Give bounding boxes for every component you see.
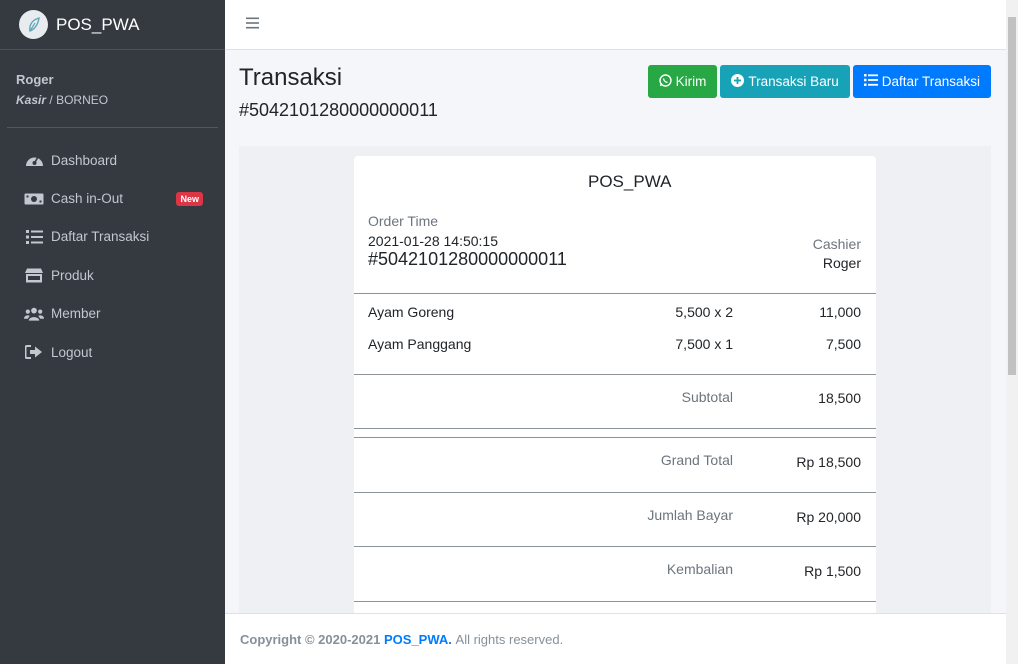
- transaction-number: #5042101280000000011: [239, 100, 438, 120]
- user-panel: Roger Kasir / BORNEO: [7, 50, 218, 128]
- sidebar-item-daftar-transaksi[interactable]: Daftar Transaksi: [8, 218, 217, 256]
- amount-paid-value: Rp 20,000: [796, 509, 861, 525]
- item-name: Ayam Panggang: [368, 336, 472, 352]
- user-role-label: Kasir: [16, 93, 47, 107]
- order-time: 2021-01-28 14:50:15: [368, 233, 498, 249]
- user-name: Roger: [16, 72, 54, 87]
- receipt-item-row: Ayam Panggang 7,500 x 1 7,500: [368, 336, 861, 356]
- list-icon: [863, 74, 878, 89]
- plus-circle-icon: [731, 73, 745, 90]
- transaction-list-button-label: Daftar Transaksi: [881, 74, 980, 89]
- cashier-name: Roger: [822, 255, 861, 271]
- sidebar-item-label: Daftar Transaksi: [51, 229, 150, 245]
- footer-copyright: Copyright © 2020-2021: [240, 631, 381, 647]
- money-icon: [24, 191, 44, 207]
- subtotal-value: 18,500: [818, 390, 861, 406]
- kirim-button-label: Kirim: [675, 74, 707, 89]
- list-icon: [24, 229, 44, 245]
- new-transaction-button[interactable]: Transaksi Baru: [720, 65, 850, 98]
- sidebar: POS_PWA Roger Kasir / BORNEO Dashboard C…: [0, 0, 225, 664]
- item-qty: 5,500 x 2: [675, 304, 733, 320]
- divider: [354, 492, 876, 493]
- sign-out-icon: [24, 344, 44, 360]
- user-store: BORNEO: [56, 93, 109, 107]
- users-icon: [24, 306, 44, 322]
- hamburger-menu-icon[interactable]: [246, 16, 259, 34]
- sidebar-item-cash-in-out[interactable]: Cash in-Out New: [8, 179, 217, 217]
- sidebar-item-label: Produk: [51, 267, 94, 283]
- receipt: POS_PWA Order Time 2021-01-28 14:50:15 #…: [354, 156, 876, 613]
- brand-logo-icon: [19, 10, 48, 39]
- user-role: Kasir / BORNEO: [16, 93, 209, 107]
- transaction-list-button[interactable]: Daftar Transaksi: [852, 65, 991, 98]
- divider: [354, 293, 876, 294]
- item-total: 7,500: [825, 336, 861, 352]
- top-navbar: [225, 0, 1006, 50]
- item-qty: 7,500 x 1: [675, 336, 733, 352]
- sidebar-nav: Dashboard Cash in-Out New Daftar Transak…: [0, 141, 225, 371]
- sidebar-item-label: Member: [51, 306, 101, 322]
- content-area: POS_PWA Order Time 2021-01-28 14:50:15 #…: [239, 146, 991, 613]
- divider: [354, 374, 876, 375]
- page-scrollbar[interactable]: [1006, 0, 1018, 664]
- change-label: Kembalian: [666, 561, 733, 577]
- footer: Copyright © 2020-2021 POS_PWA. All right…: [225, 613, 1006, 664]
- receipt-item-row: Ayam Goreng 5,500 x 2 11,000: [368, 304, 861, 324]
- order-number: #5042101280000000011: [368, 249, 567, 269]
- footer-rights: All rights reserved.: [455, 631, 564, 647]
- grand-total-label: Grand Total: [660, 452, 733, 468]
- amount-paid-label: Jumlah Bayar: [647, 507, 733, 523]
- sidebar-item-logout[interactable]: Logout: [8, 333, 217, 371]
- subtotal-label: Subtotal: [681, 389, 733, 405]
- divider: [354, 601, 876, 602]
- sidebar-item-dashboard[interactable]: Dashboard: [8, 141, 217, 179]
- cashier-label: Cashier: [812, 236, 861, 252]
- page-title: Transaksi: [239, 64, 343, 91]
- scrollbar-thumb[interactable]: [1008, 17, 1016, 375]
- sidebar-item-label: Cash in-Out: [51, 191, 124, 207]
- new-badge: New: [176, 191, 203, 206]
- divider: [354, 428, 876, 429]
- kirim-button[interactable]: Kirim: [647, 65, 718, 98]
- divider: [354, 546, 876, 547]
- sidebar-item-label: Logout: [51, 344, 93, 360]
- tachometer-icon: [24, 152, 44, 168]
- footer-brand-link[interactable]: POS_PWA.: [384, 632, 452, 647]
- receipt-store-name: POS_PWA: [588, 172, 672, 191]
- store-icon: [24, 267, 44, 283]
- brand-link[interactable]: POS_PWA: [0, 0, 225, 50]
- change-value: Rp 1,500: [804, 563, 861, 579]
- sidebar-item-produk[interactable]: Produk: [8, 256, 217, 294]
- item-name: Ayam Goreng: [368, 304, 455, 320]
- item-total: 11,000: [819, 304, 861, 320]
- brand-text: POS_PWA: [56, 14, 140, 34]
- whatsapp-icon: [658, 73, 672, 90]
- divider: [354, 437, 876, 438]
- sidebar-item-label: Dashboard: [51, 152, 118, 168]
- user-role-separator: /: [49, 93, 53, 107]
- grand-total-value: Rp 18,500: [796, 454, 861, 470]
- new-transaction-button-label: Transaksi Baru: [748, 74, 839, 89]
- sidebar-item-member[interactable]: Member: [8, 295, 217, 333]
- content-header: Transaksi #5042101280000000011: [239, 64, 438, 121]
- order-time-label: Order Time: [368, 213, 439, 229]
- header-actions: Kirim Transaksi Baru Daftar Transaksi: [647, 65, 991, 98]
